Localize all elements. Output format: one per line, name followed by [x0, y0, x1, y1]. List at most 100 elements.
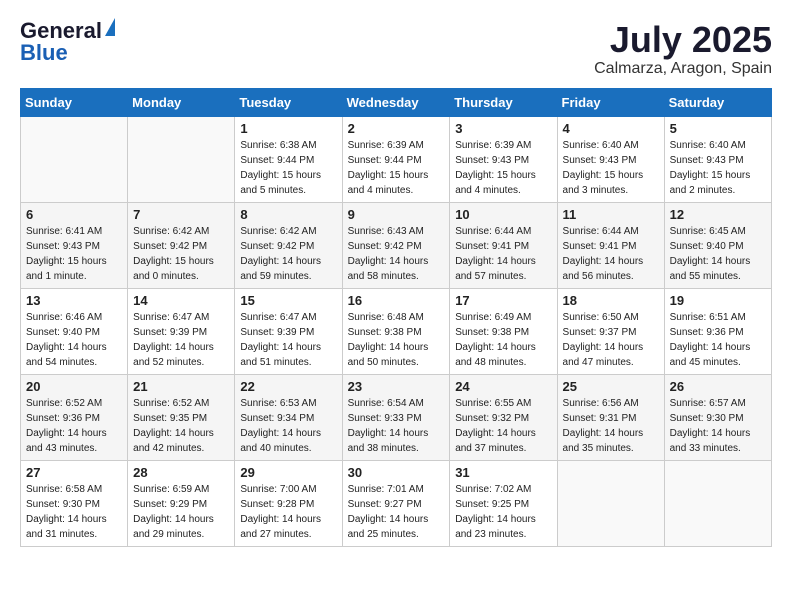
calendar-week-5: 27 Sunrise: 6:58 AMSunset: 9:30 PMDayligh… [21, 460, 772, 546]
calendar-header-wednesday: Wednesday [342, 88, 450, 116]
day-number: 28 [133, 465, 229, 480]
calendar-body: 1 Sunrise: 6:38 AMSunset: 9:44 PMDaylight… [21, 116, 772, 546]
day-info: Sunrise: 6:42 AMSunset: 9:42 PMDaylight:… [240, 224, 336, 284]
day-number: 20 [26, 379, 122, 394]
calendar-cell: 4 Sunrise: 6:40 AMSunset: 9:43 PMDaylight… [557, 116, 664, 202]
day-number: 7 [133, 207, 229, 222]
calendar-cell: 3 Sunrise: 6:39 AMSunset: 9:43 PMDaylight… [450, 116, 557, 202]
month-title: July 2025 [594, 20, 772, 60]
day-number: 8 [240, 207, 336, 222]
day-info: Sunrise: 6:45 AMSunset: 9:40 PMDaylight:… [670, 224, 766, 284]
calendar-cell: 17 Sunrise: 6:49 AMSunset: 9:38 PMDayligh… [450, 288, 557, 374]
day-info: Sunrise: 6:57 AMSunset: 9:30 PMDaylight:… [670, 396, 766, 456]
calendar-cell: 26 Sunrise: 6:57 AMSunset: 9:30 PMDayligh… [664, 374, 771, 460]
day-info: Sunrise: 6:54 AMSunset: 9:33 PMDaylight:… [348, 396, 445, 456]
day-info: Sunrise: 6:39 AMSunset: 9:44 PMDaylight:… [348, 138, 445, 198]
calendar-cell: 19Sunrise: 6:51 AMSunset: 9:36 PMDayligh… [664, 288, 771, 374]
calendar-cell: 1 Sunrise: 6:38 AMSunset: 9:44 PMDaylight… [235, 116, 342, 202]
day-number: 2 [348, 121, 445, 136]
calendar-cell: 20 Sunrise: 6:52 AMSunset: 9:36 PMDayligh… [21, 374, 128, 460]
day-number: 30 [348, 465, 445, 480]
calendar-cell: 11Sunrise: 6:44 AMSunset: 9:41 PMDayligh… [557, 202, 664, 288]
calendar-cell: 15Sunrise: 6:47 AMSunset: 9:39 PMDayligh… [235, 288, 342, 374]
logo-triangle-icon [105, 18, 115, 36]
day-info: Sunrise: 6:46 AMSunset: 9:40 PMDaylight:… [26, 310, 122, 370]
day-info: Sunrise: 6:38 AMSunset: 9:44 PMDaylight:… [240, 138, 336, 198]
calendar-header-sunday: Sunday [21, 88, 128, 116]
calendar-header-friday: Friday [557, 88, 664, 116]
day-number: 26 [670, 379, 766, 394]
calendar-cell: 9Sunrise: 6:43 AMSunset: 9:42 PMDaylight… [342, 202, 450, 288]
day-info: Sunrise: 6:56 AMSunset: 9:31 PMDaylight:… [563, 396, 659, 456]
day-info: Sunrise: 6:52 AMSunset: 9:36 PMDaylight:… [26, 396, 122, 456]
calendar-cell: 29 Sunrise: 7:00 AMSunset: 9:28 PMDayligh… [235, 460, 342, 546]
logo-blue: Blue [20, 40, 68, 65]
calendar-cell: 13Sunrise: 6:46 AMSunset: 9:40 PMDayligh… [21, 288, 128, 374]
day-info: Sunrise: 6:47 AMSunset: 9:39 PMDaylight:… [133, 310, 229, 370]
day-number: 14 [133, 293, 229, 308]
calendar-cell: 30 Sunrise: 7:01 AMSunset: 9:27 PMDayligh… [342, 460, 450, 546]
title-block: July 2025 Calmarza, Aragon, Spain [594, 20, 772, 78]
day-number: 27 [26, 465, 122, 480]
day-number: 3 [455, 121, 551, 136]
calendar-cell: 24 Sunrise: 6:55 AMSunset: 9:32 PMDayligh… [450, 374, 557, 460]
day-info: Sunrise: 6:50 AMSunset: 9:37 PMDaylight:… [563, 310, 659, 370]
day-info: Sunrise: 6:51 AMSunset: 9:36 PMDaylight:… [670, 310, 766, 370]
day-info: Sunrise: 6:43 AMSunset: 9:42 PMDaylight:… [348, 224, 445, 284]
calendar-cell: 28 Sunrise: 6:59 AMSunset: 9:29 PMDayligh… [128, 460, 235, 546]
day-info: Sunrise: 6:58 AMSunset: 9:30 PMDaylight:… [26, 482, 122, 542]
day-number: 29 [240, 465, 336, 480]
day-info: Sunrise: 6:49 AMSunset: 9:38 PMDaylight:… [455, 310, 551, 370]
calendar-week-2: 6Sunrise: 6:41 AMSunset: 9:43 PMDaylight… [21, 202, 772, 288]
calendar-cell: 6Sunrise: 6:41 AMSunset: 9:43 PMDaylight… [21, 202, 128, 288]
day-number: 5 [670, 121, 766, 136]
calendar-cell [557, 460, 664, 546]
day-info: Sunrise: 6:41 AMSunset: 9:43 PMDaylight:… [26, 224, 122, 284]
day-number: 12 [670, 207, 766, 222]
day-number: 16 [348, 293, 445, 308]
day-number: 17 [455, 293, 551, 308]
day-info: Sunrise: 7:01 AMSunset: 9:27 PMDaylight:… [348, 482, 445, 542]
calendar-cell: 18 Sunrise: 6:50 AMSunset: 9:37 PMDayligh… [557, 288, 664, 374]
day-info: Sunrise: 6:59 AMSunset: 9:29 PMDaylight:… [133, 482, 229, 542]
day-number: 1 [240, 121, 336, 136]
calendar-header-thursday: Thursday [450, 88, 557, 116]
calendar-cell: 2 Sunrise: 6:39 AMSunset: 9:44 PMDaylight… [342, 116, 450, 202]
day-info: Sunrise: 6:39 AMSunset: 9:43 PMDaylight:… [455, 138, 551, 198]
calendar-cell: 31 Sunrise: 7:02 AMSunset: 9:25 PMDayligh… [450, 460, 557, 546]
day-info: Sunrise: 6:40 AMSunset: 9:43 PMDaylight:… [670, 138, 766, 198]
day-number: 4 [563, 121, 659, 136]
day-number: 25 [563, 379, 659, 394]
day-number: 10 [455, 207, 551, 222]
day-info: Sunrise: 6:52 AMSunset: 9:35 PMDaylight:… [133, 396, 229, 456]
day-info: Sunrise: 6:55 AMSunset: 9:32 PMDaylight:… [455, 396, 551, 456]
logo-general: General [20, 20, 102, 42]
calendar-cell: 27 Sunrise: 6:58 AMSunset: 9:30 PMDayligh… [21, 460, 128, 546]
calendar-header-saturday: Saturday [664, 88, 771, 116]
calendar-cell: 7Sunrise: 6:42 AMSunset: 9:42 PMDaylight… [128, 202, 235, 288]
calendar-cell: 22 Sunrise: 6:53 AMSunset: 9:34 PMDayligh… [235, 374, 342, 460]
calendar-cell [21, 116, 128, 202]
calendar-week-4: 20 Sunrise: 6:52 AMSunset: 9:36 PMDayligh… [21, 374, 772, 460]
day-info: Sunrise: 6:53 AMSunset: 9:34 PMDaylight:… [240, 396, 336, 456]
day-number: 18 [563, 293, 659, 308]
calendar-cell: 8 Sunrise: 6:42 AMSunset: 9:42 PMDaylight… [235, 202, 342, 288]
calendar-cell [128, 116, 235, 202]
day-number: 22 [240, 379, 336, 394]
day-number: 31 [455, 465, 551, 480]
day-info: Sunrise: 7:02 AMSunset: 9:25 PMDaylight:… [455, 482, 551, 542]
calendar-header-row: SundayMondayTuesdayWednesdayThursdayFrid… [21, 88, 772, 116]
calendar-cell [664, 460, 771, 546]
day-info: Sunrise: 6:47 AMSunset: 9:39 PMDaylight:… [240, 310, 336, 370]
calendar-cell: 5 Sunrise: 6:40 AMSunset: 9:43 PMDaylight… [664, 116, 771, 202]
logo: General Blue [20, 20, 115, 65]
calendar-header-monday: Monday [128, 88, 235, 116]
day-number: 24 [455, 379, 551, 394]
day-number: 11 [563, 207, 659, 222]
calendar-table: SundayMondayTuesdayWednesdayThursdayFrid… [20, 88, 772, 547]
calendar-week-1: 1 Sunrise: 6:38 AMSunset: 9:44 PMDaylight… [21, 116, 772, 202]
day-info: Sunrise: 7:00 AMSunset: 9:28 PMDaylight:… [240, 482, 336, 542]
calendar-cell: 23Sunrise: 6:54 AMSunset: 9:33 PMDayligh… [342, 374, 450, 460]
day-number: 21 [133, 379, 229, 394]
day-info: Sunrise: 6:40 AMSunset: 9:43 PMDaylight:… [563, 138, 659, 198]
